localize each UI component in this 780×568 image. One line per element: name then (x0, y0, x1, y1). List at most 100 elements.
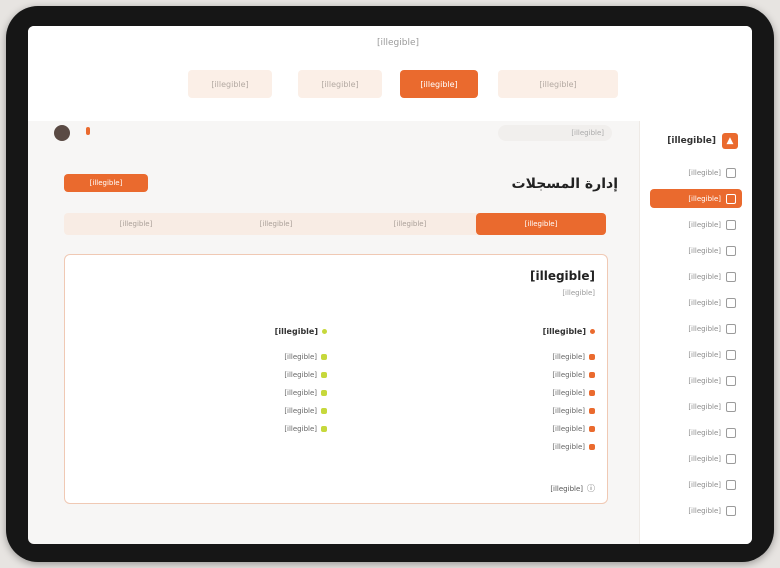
checklist-item: [illegible] (552, 353, 595, 361)
checklist-item-text: [illegible] (284, 389, 317, 397)
tab-1[interactable]: [illegible] (476, 213, 606, 235)
tag-icon (726, 323, 736, 334)
top-banner: [illegible] [illegible] [illegible] [ill… (28, 26, 752, 121)
checklist-item-text: [illegible] (552, 407, 585, 415)
grid-icon (726, 271, 736, 282)
checklist-item-text: [illegible] (552, 443, 585, 451)
settings-icon (726, 505, 736, 516)
notification-icon[interactable] (86, 127, 90, 135)
gear-icon (726, 219, 736, 230)
green-dot-icon (322, 329, 327, 334)
sidebar-item-label: [illegible] (688, 480, 721, 489)
calendar-icon (726, 453, 736, 464)
sidebar-item-7[interactable]: [illegible] (650, 319, 742, 338)
tab-3[interactable]: [illegible] (212, 213, 340, 235)
sidebar-item-5[interactable]: [illegible] (650, 267, 742, 286)
sidebar-item-13[interactable]: [illegible] (650, 475, 742, 494)
info-icon: ⓘ (587, 484, 595, 493)
check-icon (589, 426, 595, 432)
tab-4[interactable]: [illegible] (72, 213, 200, 235)
right-column-title-text: [illegible] (542, 327, 586, 336)
mail-icon (726, 375, 736, 386)
chart-icon (726, 297, 736, 308)
sidebar-item-label: [illegible] (688, 298, 721, 307)
home-icon (726, 167, 736, 178)
search-placeholder: [illegible] (571, 129, 604, 137)
page-title: إدارة المسجلات (511, 176, 618, 192)
sidebar-item-label: [illegible] (688, 168, 721, 177)
logo-text: [illegible] (667, 136, 716, 146)
checklist-item-text: [illegible] (284, 425, 317, 433)
user-icon (726, 245, 736, 256)
footer-note: [illegible] ⓘ (550, 483, 595, 494)
sidebar-item-label: [illegible] (688, 272, 721, 281)
checklist-item: [illegible] (284, 407, 327, 415)
check-icon (321, 354, 327, 360)
check-icon (589, 408, 595, 414)
check-icon (321, 426, 327, 432)
check-icon (589, 372, 595, 378)
checklist-item: [illegible] (552, 443, 595, 451)
card-title: [illegible] (530, 269, 595, 283)
sidebar-item-label: [illegible] (688, 194, 721, 203)
sidebar-item-label: [illegible] (688, 220, 721, 229)
checklist-item: [illegible] (552, 389, 595, 397)
banner-tab-1[interactable]: [illegible] (498, 70, 618, 98)
sidebar-item-3[interactable]: [illegible] (650, 215, 742, 234)
top-bar: [illegible] (28, 121, 640, 147)
checklist-item-text: [illegible] (552, 371, 585, 379)
list-icon (726, 193, 736, 204)
sidebar-item-label: [illegible] (688, 428, 721, 437)
checklist-item-text: [illegible] (552, 389, 585, 397)
sidebar-item-label: [illegible] (688, 246, 721, 255)
sidebar-item-label: [illegible] (688, 376, 721, 385)
sidebar-item-2[interactable]: [illegible] (650, 189, 742, 208)
sidebar-item-14[interactable]: [illegible] (650, 501, 742, 520)
checklist-item: [illegible] (284, 353, 327, 361)
sidebar-item-11[interactable]: [illegible] (650, 423, 742, 442)
logo-icon: ▲ (722, 133, 738, 149)
right-column-title: [illegible] (543, 327, 595, 336)
tablet-frame: [illegible] [illegible] [illegible] [ill… (6, 6, 774, 562)
banner-tab-3[interactable]: [illegible] (298, 70, 382, 98)
sidebar-item-8[interactable]: [illegible] (650, 345, 742, 364)
primary-action-button[interactable]: [illegible] (64, 174, 148, 192)
sidebar-item-label: [illegible] (688, 506, 721, 515)
sidebar-item-6[interactable]: [illegible] (650, 293, 742, 312)
orange-dot-icon (590, 329, 595, 334)
check-icon (321, 408, 327, 414)
file-icon (726, 349, 736, 360)
card-subtitle: [illegible] (562, 289, 595, 297)
checklist-item: [illegible] (284, 389, 327, 397)
sidebar-item-10[interactable]: [illegible] (650, 397, 742, 416)
info-card: [illegible] [illegible] [illegible] [ill… (64, 254, 608, 504)
app-screen: [illegible] [illegible] [illegible] [ill… (28, 26, 752, 544)
sidebar: [illegible] ▲ [illegible] [illegible] [ill… (639, 121, 752, 544)
checklist-item: [illegible] (552, 407, 595, 415)
sidebar-item-9[interactable]: [illegible] (650, 371, 742, 390)
banner-tab-2[interactable]: [illegible] (400, 70, 478, 98)
content-tabs: [illegible] [illegible] [illegible] [ill… (64, 213, 606, 235)
search-input[interactable]: [illegible] (498, 125, 612, 141)
sidebar-item-4[interactable]: [illegible] (650, 241, 742, 260)
box-icon (726, 479, 736, 490)
check-icon (321, 390, 327, 396)
sidebar-item-1[interactable]: [illegible] (650, 163, 742, 182)
tab-2[interactable]: [illegible] (346, 213, 474, 235)
checklist-item: [illegible] (284, 425, 327, 433)
bell-icon (726, 401, 736, 412)
check-icon (589, 390, 595, 396)
avatar[interactable] (54, 125, 70, 141)
check-icon (589, 444, 595, 450)
sidebar-item-label: [illegible] (688, 350, 721, 359)
users-icon (726, 427, 736, 438)
check-icon (589, 354, 595, 360)
left-column-title-text: [illegible] (274, 327, 318, 336)
checklist-item-text: [illegible] (284, 371, 317, 379)
sidebar-item-label: [illegible] (688, 402, 721, 411)
checklist-item-text: [illegible] (284, 407, 317, 415)
checklist-item: [illegible] (552, 425, 595, 433)
banner-tab-4[interactable]: [illegible] (188, 70, 272, 98)
left-column-title: [illegible] (275, 327, 327, 336)
sidebar-item-12[interactable]: [illegible] (650, 449, 742, 468)
